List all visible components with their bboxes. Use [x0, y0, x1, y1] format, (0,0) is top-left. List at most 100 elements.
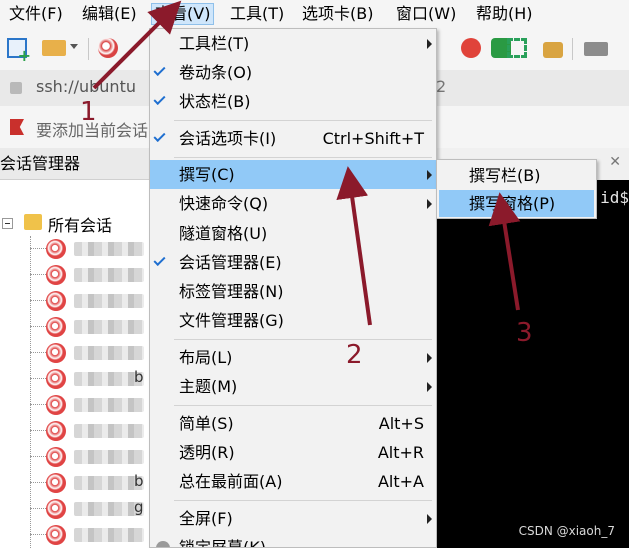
- menu-item-label: 会话选项卡(I): [179, 129, 277, 148]
- session-item[interactable]: [30, 314, 150, 340]
- menu-file[interactable]: 文件(F): [6, 3, 66, 25]
- session-item[interactable]: [30, 392, 150, 418]
- expand-icon[interactable]: [507, 38, 527, 58]
- menu-view[interactable]: 查看(V): [151, 3, 215, 25]
- menu-item-fullscreen[interactable]: 全屏(F): [150, 504, 436, 533]
- menu-item-transparent[interactable]: 透明(R) Alt+R: [150, 438, 436, 467]
- menu-shortcut: Alt+R: [377, 443, 424, 462]
- menu-item-simple[interactable]: 简单(S) Alt+S: [150, 409, 436, 438]
- menu-separator: [174, 405, 432, 406]
- menu-edit[interactable]: 编辑(E): [79, 3, 140, 25]
- menu-item-layout[interactable]: 布局(L): [150, 343, 436, 372]
- submenu-arrow-icon: [427, 170, 432, 180]
- menu-item-lock-screen[interactable]: 锁定屏幕(K): [150, 533, 436, 547]
- open-folder-icon[interactable]: [42, 40, 66, 56]
- submenu-arrow-icon: [427, 353, 432, 363]
- session-icon: [46, 369, 66, 389]
- menu-item-label: 撰写(C): [179, 165, 235, 184]
- menu-item-toolbar[interactable]: 工具栏(T): [150, 29, 436, 58]
- sessions-ball-icon[interactable]: [98, 38, 118, 58]
- session-name-blurred: [74, 450, 144, 464]
- view-menu: 工具栏(T) 卷动条(O) 状态栏(B) 会话选项卡(I) Ctrl+Shift+…: [149, 28, 437, 548]
- menu-shortcut: Alt+A: [377, 472, 424, 491]
- menu-help[interactable]: 帮助(H): [473, 3, 536, 25]
- menu-separator: [174, 339, 432, 340]
- menu-item-label: 撰写栏(B): [469, 166, 541, 185]
- session-name-fragment: b: [134, 368, 144, 386]
- menu-item-session-manager[interactable]: 会话管理器(E): [150, 248, 436, 277]
- lock-icon[interactable]: [543, 42, 563, 58]
- collapse-icon[interactable]: [2, 218, 13, 229]
- menu-separator: [174, 157, 432, 158]
- address-suffix: 2: [436, 77, 447, 96]
- new-session-icon[interactable]: [7, 38, 31, 65]
- submenu-arrow-icon: [427, 514, 432, 524]
- session-icon: [46, 343, 66, 363]
- menu-item-quick-commands[interactable]: 快速命令(Q): [150, 189, 436, 218]
- dropdown-arrow-icon[interactable]: [70, 44, 78, 49]
- menu-item-tag-manager[interactable]: 标签管理器(N): [150, 277, 436, 306]
- menu-item-label: 状态栏(B): [179, 92, 251, 111]
- keyboard-icon[interactable]: [584, 42, 608, 56]
- menu-item-label: 快速命令(Q): [179, 194, 269, 213]
- menu-separator: [174, 500, 432, 501]
- session-name-blurred: [74, 320, 144, 334]
- session-item[interactable]: [30, 444, 150, 470]
- menu-bar: 文件(F) 编辑(E) 查看(V) 工具(T) 选项卡(B) 窗口(W) 帮助(…: [0, 0, 629, 28]
- menu-shortcut: Ctrl+Shift+T: [322, 129, 424, 148]
- check-icon: [153, 129, 166, 143]
- session-item[interactable]: b: [30, 470, 150, 496]
- session-manager-panel: 会话管理器 所有会话 b b g: [0, 148, 150, 548]
- folder-icon: [24, 214, 42, 230]
- session-name-fragment: g: [134, 498, 144, 516]
- watermark: CSDN @xiaoh_7: [518, 524, 615, 538]
- session-item[interactable]: g: [30, 496, 150, 522]
- session-name-blurred: [74, 528, 144, 542]
- menu-window[interactable]: 窗口(W): [393, 3, 459, 25]
- session-item[interactable]: b: [30, 366, 150, 392]
- menu-item-always-on-top[interactable]: 总在最前面(A) Alt+A: [150, 467, 436, 496]
- session-icon: [46, 447, 66, 467]
- menu-tabs[interactable]: 选项卡(B): [299, 3, 376, 25]
- session-item[interactable]: [30, 262, 150, 288]
- session-item[interactable]: [30, 288, 150, 314]
- red-circle-icon[interactable]: [461, 38, 481, 58]
- submenu-item-compose-pane[interactable]: 撰写窗格(P): [439, 190, 594, 217]
- menu-item-file-manager[interactable]: 文件管理器(G): [150, 306, 436, 335]
- session-icon: [46, 473, 66, 493]
- check-icon: [153, 63, 166, 77]
- menu-item-theme[interactable]: 主题(M): [150, 372, 436, 401]
- menu-item-label: 工具栏(T): [179, 34, 250, 53]
- menu-item-session-tabs[interactable]: 会话选项卡(I) Ctrl+Shift+T: [150, 124, 436, 153]
- close-icon[interactable]: ✕: [609, 154, 621, 170]
- menu-item-label: 简单(S): [179, 414, 234, 433]
- submenu-arrow-icon: [427, 199, 432, 209]
- menu-tools[interactable]: 工具(T): [227, 3, 287, 25]
- bookmark-flag-icon: [10, 119, 24, 135]
- terminal-prompt: id$: [600, 188, 629, 207]
- submenu-item-compose-bar[interactable]: 撰写栏(B): [439, 162, 594, 189]
- session-item[interactable]: [30, 236, 150, 262]
- terminal[interactable]: id$: [436, 180, 629, 548]
- address-url[interactable]: ssh://ubuntu: [36, 77, 136, 96]
- menu-item-label: 全屏(F): [179, 509, 233, 528]
- menu-item-tunnel-pane[interactable]: 隧道窗格(U): [150, 219, 436, 248]
- session-icon: [46, 239, 66, 259]
- session-name-blurred: [74, 346, 144, 360]
- session-item[interactable]: [30, 340, 150, 366]
- session-item[interactable]: [30, 522, 150, 548]
- compose-submenu: 撰写栏(B) 撰写窗格(P): [436, 159, 597, 219]
- menu-item-statusbar[interactable]: 状态栏(B): [150, 87, 436, 116]
- menu-item-label: 会话管理器(E): [179, 253, 282, 272]
- menu-shortcut: Alt+S: [378, 414, 424, 433]
- session-name-blurred: [74, 268, 144, 282]
- session-item[interactable]: [30, 418, 150, 444]
- menu-item-compose[interactable]: 撰写(C): [150, 160, 436, 189]
- check-icon: [153, 92, 166, 106]
- menu-item-scrollbar[interactable]: 卷动条(O): [150, 58, 436, 87]
- session-icon: [46, 525, 66, 545]
- menu-item-label: 撰写窗格(P): [469, 194, 556, 213]
- session-icon: [46, 317, 66, 337]
- toolbar-separator: [572, 38, 573, 60]
- session-icon: [46, 395, 66, 415]
